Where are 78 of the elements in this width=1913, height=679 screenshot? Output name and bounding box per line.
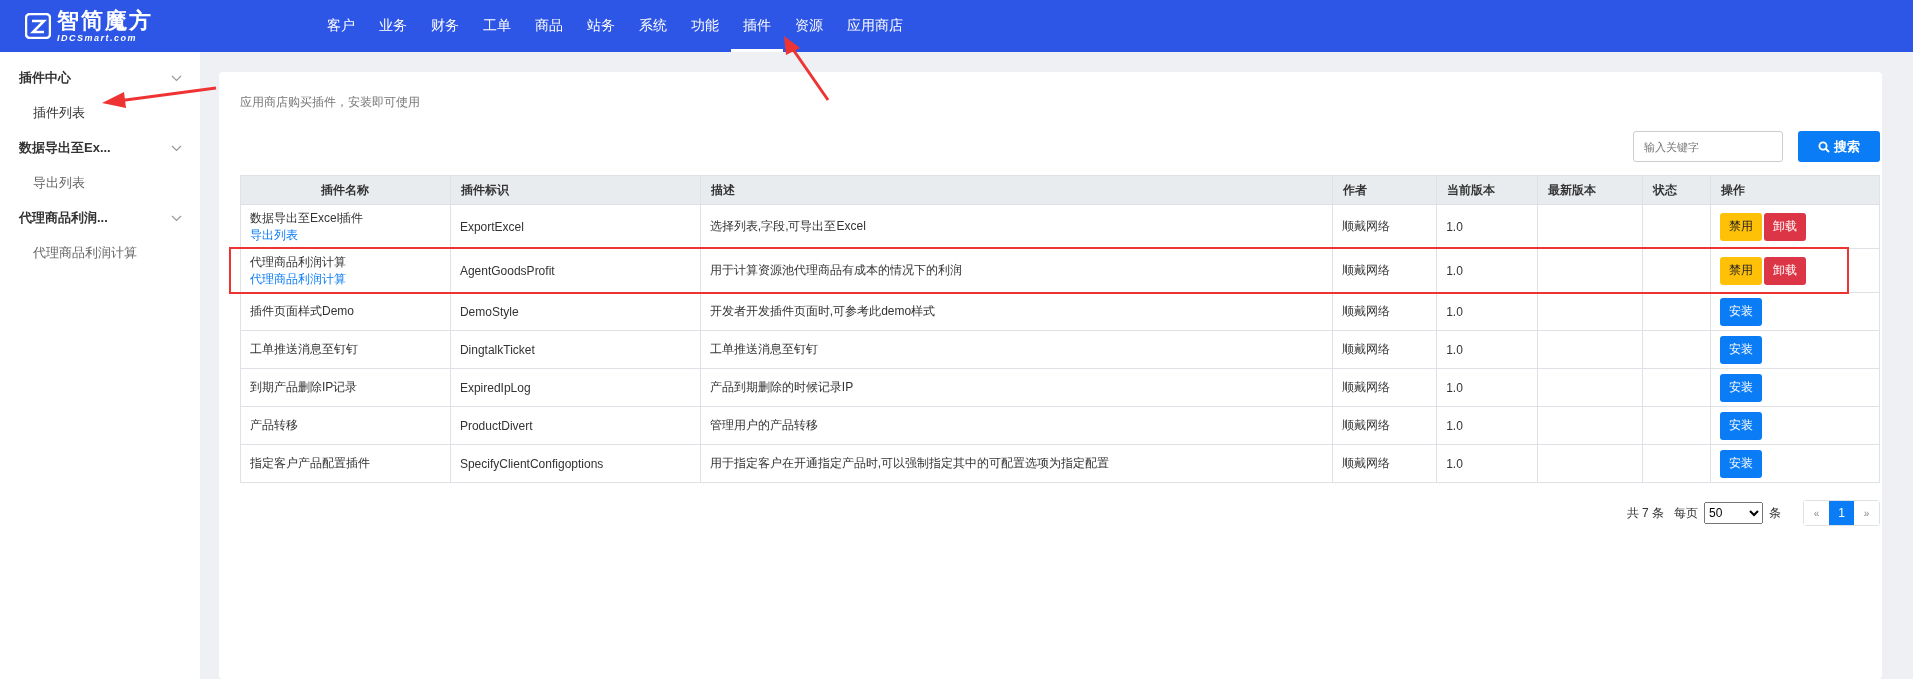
- sidebar-group-title[interactable]: 代理商品利润...: [0, 202, 200, 234]
- table-cell: 顺戴网络: [1332, 292, 1437, 331]
- table-cell: 工单推送消息至钉钉: [700, 330, 1333, 369]
- table-cell: 1.0: [1436, 444, 1538, 483]
- column-header: 插件名称: [240, 175, 451, 205]
- per-page-label: 每页: [1674, 504, 1698, 522]
- column-header: 插件标识: [450, 175, 701, 205]
- table-cell: 工单推送消息至钉钉: [240, 330, 451, 369]
- uninstall-button[interactable]: 卸载: [1764, 212, 1806, 241]
- table-cell: 顺戴网络: [1332, 368, 1437, 407]
- search-button[interactable]: 搜索: [1798, 131, 1880, 162]
- table-cell: 插件页面样式Demo: [240, 292, 451, 331]
- nav-item[interactable]: 系统: [627, 0, 679, 52]
- table-cell: 到期产品删除IP记录: [240, 368, 451, 407]
- chevron-icon: [171, 214, 182, 222]
- table-cell: 1.0: [1436, 292, 1538, 331]
- column-header: 描述: [700, 175, 1333, 205]
- table-cell: 管理用户的产品转移: [700, 406, 1333, 445]
- column-header: 作者: [1332, 175, 1437, 205]
- table-cell: 顺戴网络: [1332, 444, 1437, 483]
- table-cell: 开发者开发插件页面时,可参考此demo样式: [700, 292, 1333, 331]
- table-cell: DemoStyle: [450, 292, 701, 331]
- search-field[interactable]: 输入关键字: [1633, 131, 1783, 162]
- plugin-link[interactable]: 导出列表: [250, 226, 441, 244]
- sidebar-group-title[interactable]: 插件中心: [0, 62, 200, 94]
- nav-item[interactable]: 业务: [367, 0, 419, 52]
- table-cell: ProductDivert: [450, 406, 701, 445]
- install-button[interactable]: 安装: [1720, 449, 1762, 478]
- sidebar-item[interactable]: 插件列表: [0, 94, 200, 132]
- disable-button[interactable]: 禁用: [1720, 256, 1762, 285]
- table-cell: 1.0: [1436, 330, 1538, 369]
- sidebar-group-title[interactable]: 数据导出至Ex...: [0, 132, 200, 164]
- nav-item[interactable]: 商品: [523, 0, 575, 52]
- per-page-unit: 条: [1769, 504, 1781, 522]
- table-cell: 1.0: [1436, 368, 1538, 407]
- table-cell: 顺戴网络: [1332, 330, 1437, 369]
- nav-item[interactable]: 功能: [679, 0, 731, 52]
- total-count: 共 7 条: [1626, 504, 1664, 522]
- column-header: 操作: [1710, 175, 1880, 205]
- chevron-icon: [171, 144, 182, 152]
- install-button[interactable]: 安装: [1720, 411, 1762, 440]
- chevron-icon: [171, 74, 182, 82]
- column-header: 当前版本: [1436, 175, 1538, 205]
- table-cell: 顺戴网络: [1332, 406, 1437, 445]
- disable-button[interactable]: 禁用: [1720, 212, 1762, 241]
- logo-title: 智简魔方: [57, 9, 153, 33]
- table-cell: DingtalkTicket: [450, 330, 701, 369]
- nav-item[interactable]: 插件: [731, 0, 783, 52]
- page-button[interactable]: 1: [1829, 501, 1854, 525]
- table-cell: 指定客户产品配置插件: [240, 444, 451, 483]
- notice-text: 应用商店购买插件，安装即可使用: [240, 94, 421, 111]
- table-cell: SpecifyClientConfigoptions: [450, 444, 701, 483]
- table-cell: 1.0: [1436, 406, 1538, 445]
- plugin-link[interactable]: 代理商品利润计算: [250, 270, 441, 288]
- logo-subtitle: IDCSmart.com: [57, 33, 138, 43]
- annotation-arrow: [784, 36, 830, 101]
- nav-item[interactable]: 工单: [471, 0, 523, 52]
- nav-item[interactable]: 客户: [315, 0, 367, 52]
- nav-item[interactable]: 站务: [575, 0, 627, 52]
- table-cell: 产品到期删除的时候记录IP: [700, 368, 1333, 407]
- column-header: 最新版本: [1537, 175, 1643, 205]
- nav-item[interactable]: 应用商店: [835, 0, 915, 52]
- table-cell: 产品转移: [240, 406, 451, 445]
- per-page-select[interactable]: 50: [1704, 502, 1763, 524]
- table-cell: ExpiredIpLog: [450, 368, 701, 407]
- table-cell: 用于指定客户在开通指定产品时,可以强制指定其中的可配置选项为指定配置: [700, 444, 1333, 483]
- column-header: 状态: [1642, 175, 1711, 205]
- install-button[interactable]: 安装: [1720, 335, 1762, 364]
- logo-icon: [25, 13, 51, 39]
- install-button[interactable]: 安装: [1720, 297, 1762, 326]
- search-icon: [1818, 140, 1830, 153]
- sidebar-item[interactable]: 代理商品利润计算: [0, 234, 200, 272]
- nav-item[interactable]: 财务: [419, 0, 471, 52]
- table-cell: 数据导出至Excel插件 导出列表: [240, 204, 451, 249]
- sidebar-item[interactable]: 导出列表: [0, 164, 200, 202]
- nav-item[interactable]: 资源: [783, 0, 835, 52]
- uninstall-button[interactable]: 卸载: [1764, 256, 1806, 285]
- install-button[interactable]: 安装: [1720, 373, 1762, 402]
